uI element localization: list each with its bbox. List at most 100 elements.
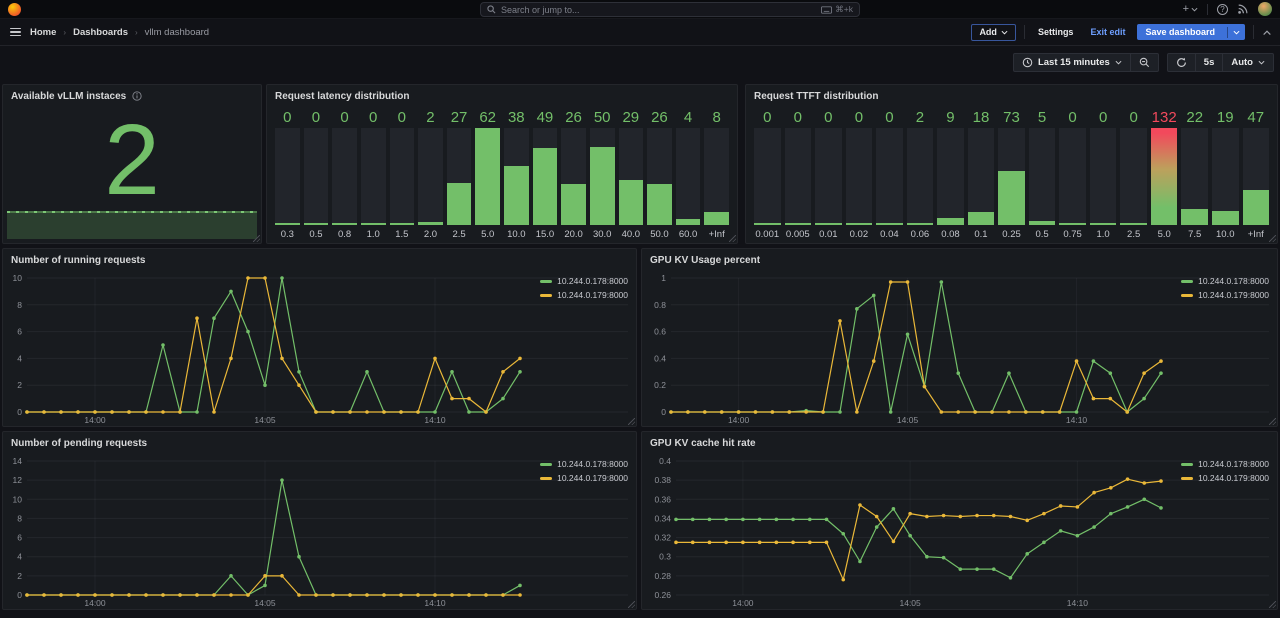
panel-gpu-kv-usage[interactable]: GPU KV Usage percent 00.20.40.60.8114:00…	[641, 248, 1278, 427]
bar-cell[interactable]: 227.5	[1181, 107, 1208, 240]
legend-item[interactable]: 10.244.0.179:8000	[1181, 290, 1269, 300]
bar-cell[interactable]: 01.5	[390, 107, 415, 240]
bar-cell[interactable]: 47+Inf	[1243, 107, 1270, 240]
legend-item[interactable]: 10.244.0.178:8000	[540, 459, 628, 469]
save-options-caret[interactable]	[1227, 27, 1245, 38]
svg-text:6: 6	[17, 533, 22, 543]
bar-cell[interactable]: 0 0.001	[754, 107, 781, 240]
bar-cell[interactable]: 01.0	[361, 107, 386, 240]
bar-value: 2	[907, 107, 934, 128]
legend-item[interactable]: 10.244.0.178:8000	[1181, 276, 1269, 286]
stat-value: 2	[3, 107, 261, 213]
zoom-out-button[interactable]	[1131, 54, 1158, 71]
bar-fill	[876, 223, 903, 225]
bar-cell[interactable]: 2940.0	[619, 107, 644, 240]
panel-kv-cache-hit-rate[interactable]: GPU KV cache hit rate 0.260.280.30.320.3…	[641, 431, 1278, 610]
panel-running-requests[interactable]: Number of running requests 024681014:001…	[2, 248, 637, 427]
legend-label: 10.244.0.179:8000	[1198, 290, 1269, 300]
bar-cell[interactable]: 00.02	[846, 107, 873, 240]
bar-cell[interactable]: 625.0	[475, 107, 500, 240]
svg-text:14: 14	[13, 456, 23, 466]
bar-cell[interactable]: 8+Inf	[704, 107, 729, 240]
search-input[interactable]: Search or jump to... ⌘+k	[480, 2, 860, 17]
news-icon[interactable]	[1237, 3, 1249, 15]
bar-cell[interactable]: 90.08	[937, 107, 964, 240]
bar-value: 0	[332, 107, 357, 128]
bar-cell[interactable]: 00.01	[815, 107, 842, 240]
user-avatar[interactable]	[1258, 2, 1272, 16]
svg-text:14:10: 14:10	[424, 598, 446, 608]
bar-value: 0	[754, 107, 781, 128]
bar-cell[interactable]: 20.06	[907, 107, 934, 240]
refresh-interval[interactable]: 5s	[1196, 54, 1223, 71]
panel-title: Number of pending requests	[11, 438, 147, 449]
bar-cell[interactable]: 272.5	[447, 107, 472, 240]
svg-text:0.28: 0.28	[654, 571, 671, 581]
bar-bucket-label: 1.0	[1090, 225, 1117, 240]
bar-cell[interactable]: 50.5	[1029, 107, 1056, 240]
bar-cell[interactable]: 1910.0	[1212, 107, 1239, 240]
refresh-button[interactable]	[1168, 54, 1195, 71]
bar-track	[590, 128, 615, 225]
legend-label: 10.244.0.178:8000	[557, 459, 628, 469]
bar-cell[interactable]: 00.75	[1059, 107, 1086, 240]
bar-cell[interactable]: 4915.0	[533, 107, 558, 240]
bar-cell[interactable]: 22.0	[418, 107, 443, 240]
bar-bucket-label: 0.06	[907, 225, 934, 240]
bar-cell[interactable]: 02.5	[1120, 107, 1147, 240]
bar-cell[interactable]: 730.25	[998, 107, 1025, 240]
time-range-picker[interactable]: Last 15 minutes	[1014, 54, 1130, 71]
grafana-logo[interactable]	[8, 3, 21, 16]
bar-cell[interactable]: 00.5	[304, 107, 329, 240]
bar-track	[619, 128, 644, 225]
bar-bucket-label: 0.02	[846, 225, 873, 240]
bar-bucket-label: 10.0	[504, 225, 529, 240]
panel-request-latency[interactable]: Request latency distribution 00.300.500.…	[266, 84, 738, 244]
panel-request-ttft[interactable]: Request TTFT distribution 00.00100.00500…	[745, 84, 1278, 244]
bar-bucket-label: 1.5	[390, 225, 415, 240]
bar-cell[interactable]: 460.0	[676, 107, 701, 240]
menu-icon[interactable]	[8, 26, 23, 39]
legend-item[interactable]: 10.244.0.179:8000	[540, 473, 628, 483]
bar-cell[interactable]: 00.3	[275, 107, 300, 240]
search-icon	[487, 5, 496, 14]
legend-item[interactable]: 10.244.0.178:8000	[1181, 459, 1269, 469]
bar-cell[interactable]: 01.0	[1090, 107, 1117, 240]
exit-edit-button[interactable]: Exit edit	[1086, 25, 1129, 40]
collapse-top-icon[interactable]	[1262, 29, 1272, 36]
bar-track	[533, 128, 558, 225]
bar-track	[418, 128, 443, 225]
legend-item[interactable]: 10.244.0.179:8000	[1181, 473, 1269, 483]
add-menu-button[interactable]: +	[1183, 4, 1198, 15]
panel-pending-requests[interactable]: Number of pending requests 0246810121414…	[2, 431, 637, 610]
bar-track	[647, 128, 672, 225]
svg-text:0.4: 0.4	[659, 456, 671, 466]
chart-running-requests: 024681014:0014:0514:1010.244.0.178:80001…	[3, 271, 636, 426]
bar-cell[interactable]: 2620.0	[561, 107, 586, 240]
legend-item[interactable]: 10.244.0.178:8000	[540, 276, 628, 286]
bar-cell[interactable]: 00.04	[876, 107, 903, 240]
auto-refresh-picker[interactable]: Auto	[1223, 54, 1273, 71]
bar-cell[interactable]: 00.005	[785, 107, 812, 240]
add-button[interactable]: Add	[971, 24, 1016, 41]
bar-track	[968, 128, 995, 225]
bar-bucket-label: 0.001	[754, 225, 781, 240]
svg-text:8: 8	[17, 300, 22, 310]
bar-cell[interactable]: 180.1	[968, 107, 995, 240]
info-icon[interactable]	[132, 91, 142, 101]
save-dashboard-button[interactable]: Save dashboard	[1137, 24, 1245, 40]
bar-cell[interactable]: 2650.0	[647, 107, 672, 240]
breadcrumb-home[interactable]: Home	[30, 27, 56, 38]
bar-bucket-label: 15.0	[533, 225, 558, 240]
legend-item[interactable]: 10.244.0.179:8000	[540, 290, 628, 300]
help-icon[interactable]: ?	[1217, 4, 1228, 15]
breadcrumb-dashboards[interactable]: Dashboards	[73, 27, 128, 38]
legend-swatch	[1181, 280, 1193, 283]
bar-cell[interactable]: 00.8	[332, 107, 357, 240]
bar-cell[interactable]: 1325.0	[1151, 107, 1178, 240]
panel-available-instances[interactable]: Available vLLM instaces 2	[2, 84, 262, 244]
bar-cell[interactable]: 3810.0	[504, 107, 529, 240]
bar-cell[interactable]: 5030.0	[590, 107, 615, 240]
bar-value: 0	[876, 107, 903, 128]
settings-button[interactable]: Settings	[1033, 25, 1079, 40]
